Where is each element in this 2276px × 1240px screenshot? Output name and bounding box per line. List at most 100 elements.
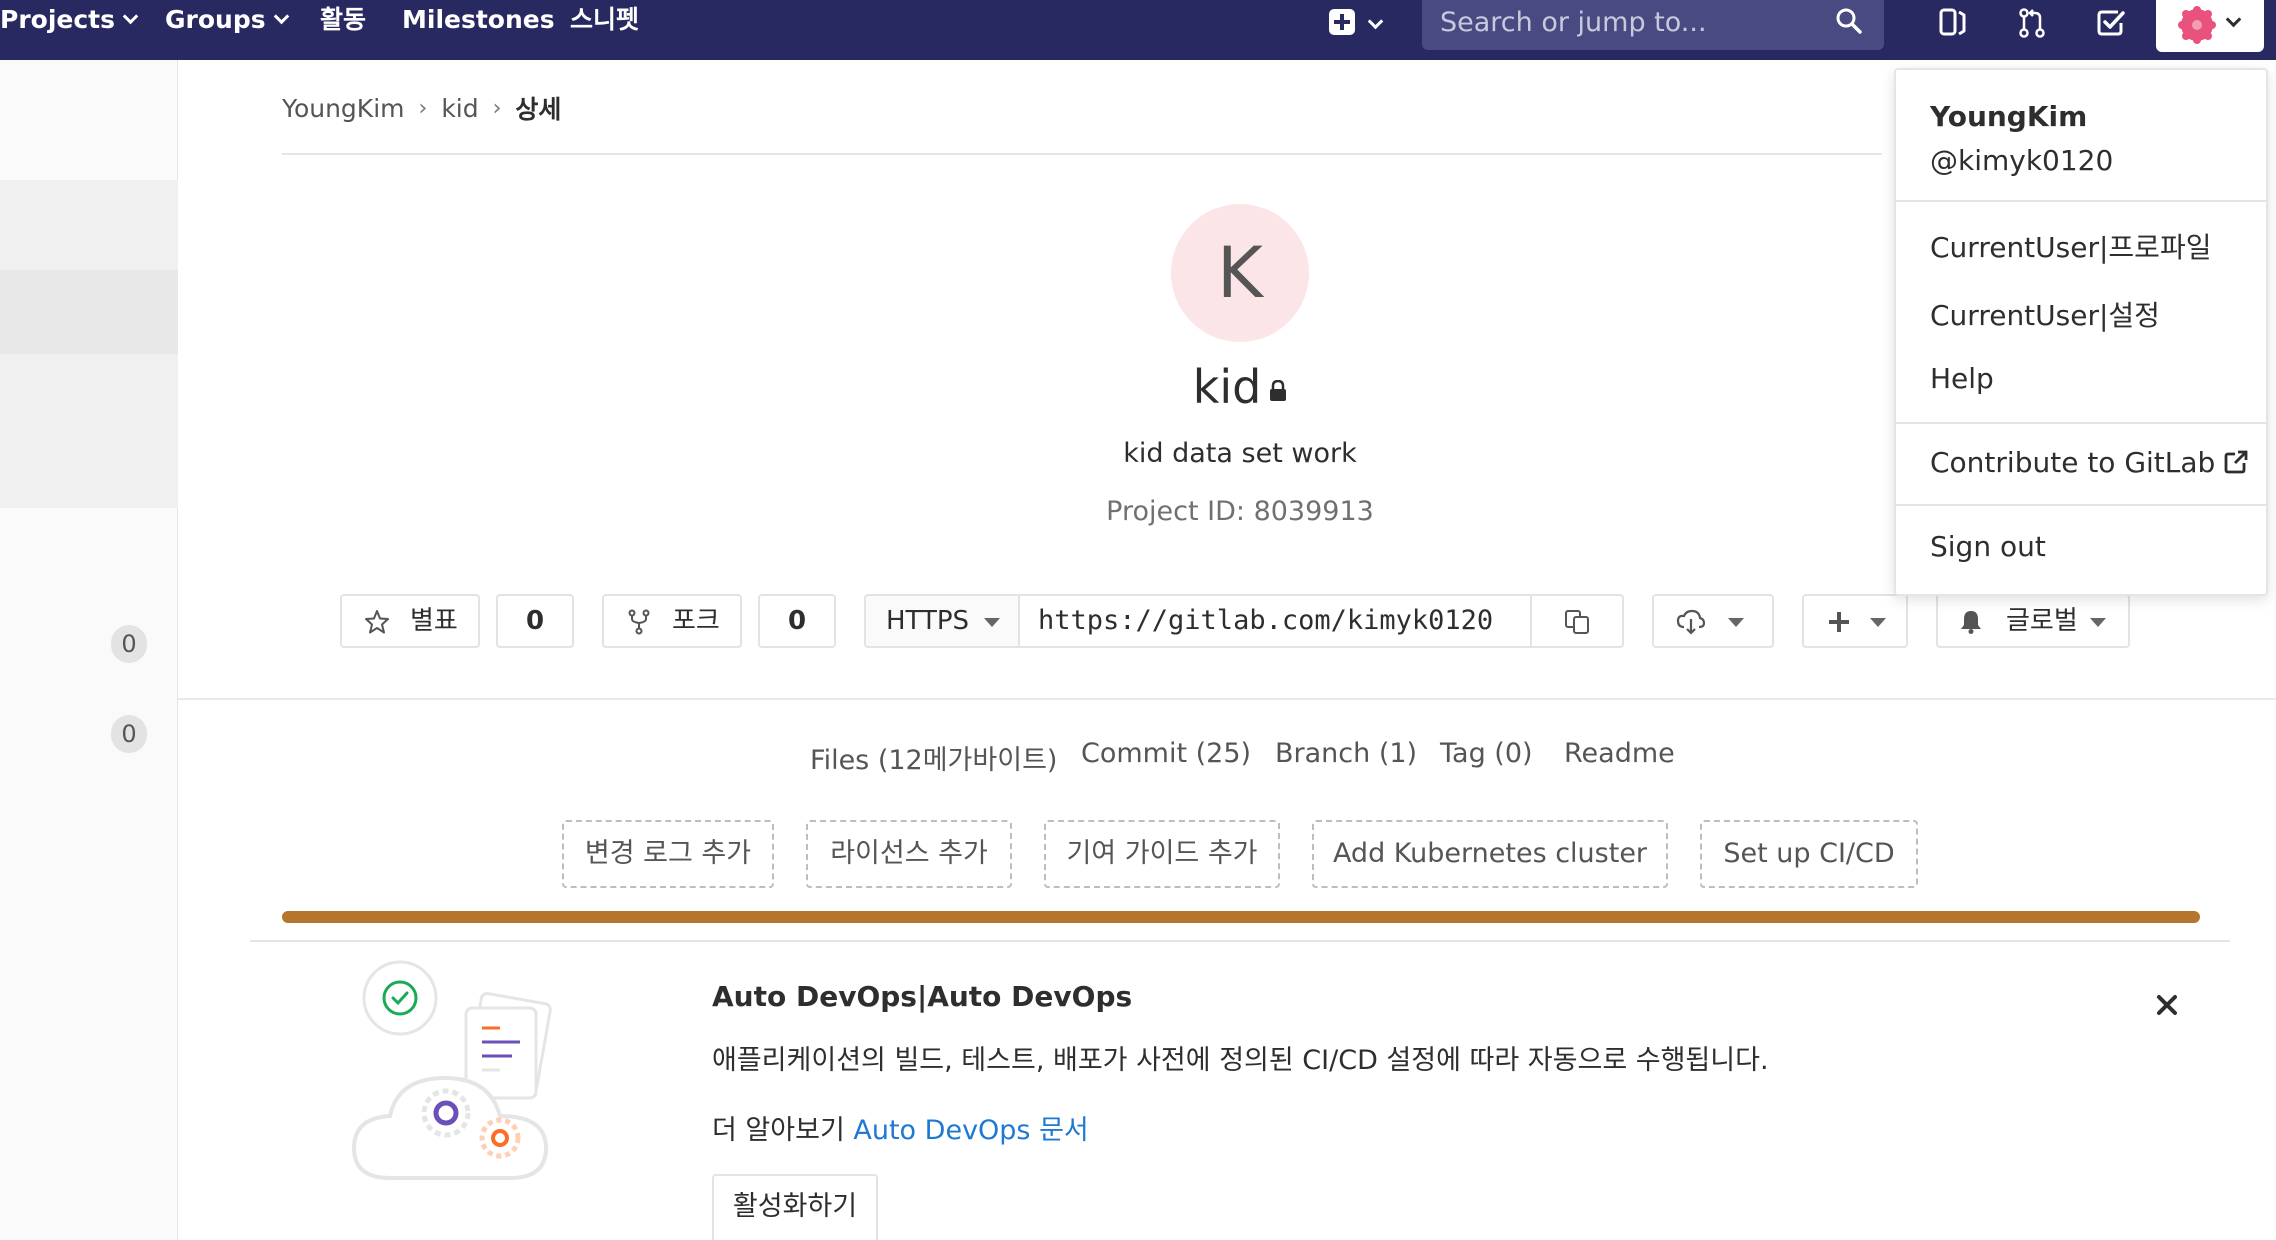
notification-dropdown[interactable]: 글로벌 <box>1936 594 2130 648</box>
clone-protocol-label: HTTPS <box>886 606 970 636</box>
star-label: 별표 <box>410 606 458 636</box>
add-changelog-button[interactable]: 변경 로그 추가 <box>562 820 774 888</box>
menu-item-settings[interactable]: CurrentUser|설정 <box>1930 294 2160 334</box>
project-description: kid data set work <box>1123 438 1357 469</box>
avatar <box>2178 6 2216 44</box>
star-count[interactable]: 0 <box>496 594 574 648</box>
project-title: kid <box>1100 360 1380 414</box>
setup-cicd-button[interactable]: Set up CI/CD <box>1700 820 1918 888</box>
merge-request-icon[interactable] <box>2015 6 2049 40</box>
sidebar-item-active[interactable] <box>0 270 178 354</box>
fork-label: 포크 <box>672 606 720 636</box>
stat-tags-link[interactable]: Tag (0) <box>1440 738 1533 774</box>
chevron-down-icon <box>122 8 139 25</box>
dropdown-divider <box>1896 200 2266 202</box>
issues-icon[interactable] <box>1936 6 1970 40</box>
menu-item-help[interactable]: Help <box>1930 362 1994 395</box>
star-button[interactable]: 별표 <box>340 594 480 648</box>
caret-down-icon <box>2090 618 2106 627</box>
auto-devops-description: 애플리케이션의 빌드, 테스트, 배포가 사전에 정의된 CI/CD 설정에 따… <box>712 1045 1769 1076</box>
left-sidebar: 0 0 <box>0 60 178 1240</box>
add-kubernetes-button[interactable]: Add Kubernetes cluster <box>1312 820 1668 888</box>
chevron-down-icon <box>2225 11 2242 28</box>
project-avatar: K <box>1171 204 1309 342</box>
add-license-button[interactable]: 라이선스 추가 <box>806 820 1012 888</box>
chevron-down-icon <box>1367 13 1384 30</box>
chevron-right-icon: › <box>418 95 428 121</box>
project-name: kid <box>1192 360 1262 414</box>
nav-projects-dropdown[interactable]: Projects <box>0 0 139 40</box>
divider <box>282 153 1882 155</box>
learn-more-prefix: 더 알아보기 <box>712 1115 845 1146</box>
breadcrumb-item-project[interactable]: kid <box>441 94 478 123</box>
nav-groups-label: Groups <box>165 5 266 34</box>
new-file-dropdown[interactable] <box>1802 594 1908 648</box>
fork-button[interactable]: 포크 <box>602 594 742 648</box>
download-dropdown[interactable] <box>1652 594 1774 648</box>
download-icon <box>1676 609 1706 635</box>
breadcrumb-item-user[interactable]: YoungKim <box>282 94 405 123</box>
todo-icon[interactable] <box>2094 6 2128 40</box>
fork-count-value: 0 <box>787 606 807 636</box>
star-icon <box>365 610 389 634</box>
nav-projects-label: Projects <box>0 5 116 34</box>
nav-activity-link[interactable]: 활동 <box>320 0 366 40</box>
top-navbar: Projects Groups 활동 Milestones 스니펫 <box>0 0 2276 60</box>
notification-label: 글로벌 <box>2006 606 2078 636</box>
plus-icon <box>1829 612 1849 632</box>
lock-icon <box>1270 379 1287 401</box>
dropdown-divider <box>1896 504 2266 506</box>
chevron-right-icon: › <box>492 95 502 121</box>
nav-snippets-link[interactable]: 스니펫 <box>570 0 639 40</box>
sidebar-count-badge: 0 <box>111 625 147 663</box>
stat-commits-link[interactable]: Commit (25) <box>1081 738 1251 774</box>
copy-url-button[interactable] <box>1530 594 1624 648</box>
nav-groups-dropdown[interactable]: Groups <box>165 0 289 40</box>
sidebar-count-badge: 0 <box>111 715 147 753</box>
new-item-dropdown[interactable] <box>1328 4 1394 40</box>
breadcrumb: YoungKim › kid › 상세 <box>282 90 561 126</box>
plus-icon <box>1329 9 1355 35</box>
fork-icon <box>628 609 650 635</box>
menu-item-profile[interactable]: CurrentUser|프로파일 <box>1930 226 2211 266</box>
bell-icon <box>1961 611 1981 634</box>
close-icon[interactable] <box>2154 992 2180 1018</box>
star-count-value: 0 <box>525 606 545 636</box>
enable-auto-devops-button[interactable]: 활성화하기 <box>712 1174 878 1240</box>
search-icon[interactable] <box>1834 6 1864 36</box>
user-dropdown-menu: YoungKim @kimyk0120 CurrentUser|프로파일 Cur… <box>1894 68 2268 596</box>
divider <box>178 698 2276 700</box>
copy-icon <box>1565 610 1589 634</box>
auto-devops-title: Auto DevOps|Auto DevOps <box>712 980 1133 1013</box>
sidebar-subitems[interactable] <box>0 354 178 508</box>
external-link-icon <box>2224 450 2248 474</box>
stat-branches-link[interactable]: Branch (1) <box>1275 738 1417 774</box>
breadcrumb-item-current[interactable]: 상세 <box>515 90 561 126</box>
auto-devops-docs-link[interactable]: Auto DevOps 문서 <box>853 1115 1088 1146</box>
auto-devops-learn-more: 더 알아보기 Auto DevOps 문서 <box>712 1108 1089 1147</box>
auto-devops-illustration <box>351 960 552 1180</box>
dropdown-divider <box>1896 422 2266 424</box>
clone-protocol-dropdown[interactable]: HTTPS <box>864 594 1020 648</box>
user-username: @kimyk0120 <box>1930 144 2114 177</box>
caret-down-icon <box>984 618 1000 627</box>
add-contributing-button[interactable]: 기여 가이드 추가 <box>1044 820 1280 888</box>
caret-down-icon <box>1870 618 1886 627</box>
project-id: Project ID: 8039913 <box>1106 496 1374 527</box>
clone-url-field[interactable]: https://gitlab.com/kimyk0120 <box>1020 594 1532 648</box>
menu-item-sign-out[interactable]: Sign out <box>1930 530 2046 563</box>
divider <box>250 940 2230 942</box>
search-bar <box>1422 0 1884 50</box>
contribute-label: Contribute to GitLab <box>1930 446 2216 479</box>
user-full-name: YoungKim <box>1930 100 2088 133</box>
nav-milestones-link[interactable]: Milestones <box>402 0 555 40</box>
repository-language-bar <box>282 911 2200 923</box>
search-input[interactable] <box>1440 0 1820 44</box>
stat-readme-link[interactable]: Readme <box>1564 738 1675 774</box>
user-menu-toggle[interactable] <box>2156 0 2264 52</box>
fork-count[interactable]: 0 <box>758 594 836 648</box>
stat-files-link[interactable]: Files (12메가바이트) <box>810 738 1057 776</box>
caret-down-icon <box>1728 618 1744 627</box>
chevron-down-icon <box>273 8 289 25</box>
menu-item-contribute[interactable]: Contribute to GitLab <box>1930 446 2249 479</box>
